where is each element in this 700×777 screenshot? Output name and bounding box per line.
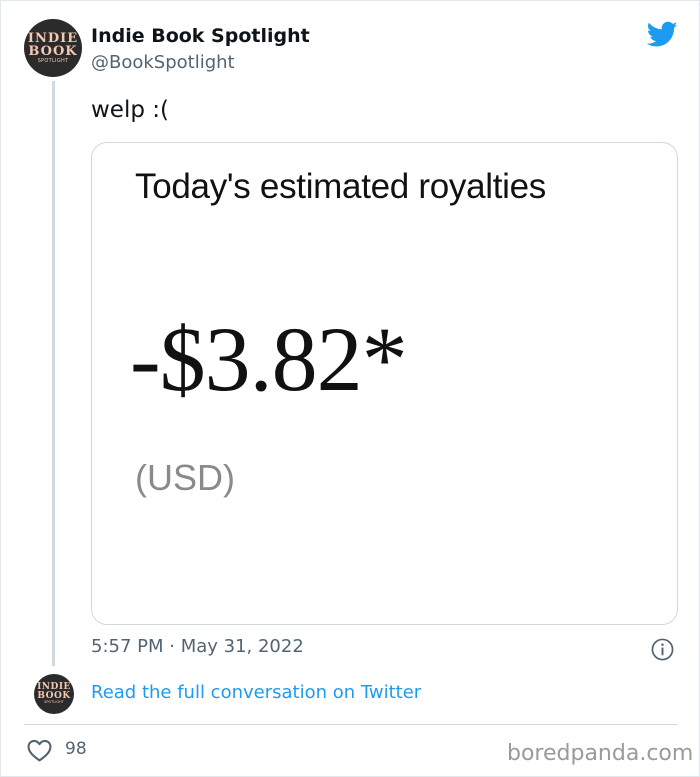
tweet-text: welp :( — [91, 97, 169, 123]
thread-line — [52, 81, 55, 666]
twitter-bird-icon[interactable] — [647, 21, 678, 48]
author-avatar[interactable]: INDIE BOOK SPOTLIGHT — [24, 19, 82, 77]
tweet-timestamp[interactable]: 5:57 PM · May 31, 2022 — [91, 636, 304, 657]
avatar-text-line3: SPOTLIGHT — [37, 58, 69, 64]
avatar-text-line2: BOOK — [28, 44, 78, 59]
heart-icon[interactable] — [27, 739, 52, 762]
author-display-name[interactable]: Indie Book Spotlight — [91, 25, 310, 47]
read-conversation-link[interactable]: Read the full conversation on Twitter — [91, 682, 421, 703]
royalties-amount: -$3.82* — [130, 308, 408, 410]
tweet-embed: INDIE BOOK SPOTLIGHT Indie Book Spotligh… — [0, 0, 700, 777]
author-avatar-small[interactable]: INDIE BOOK SPOTLIGHT — [34, 674, 74, 714]
author-handle[interactable]: @BookSpotlight — [91, 52, 235, 73]
info-icon[interactable] — [651, 638, 674, 661]
footer-divider — [24, 724, 678, 725]
avatar-small-text-line3: SPOTLIGHT — [44, 700, 64, 705]
media-card[interactable]: Today's estimated royalties -$3.82* (USD… — [91, 142, 678, 625]
royalties-currency: (USD) — [135, 457, 235, 498]
royalties-heading: Today's estimated royalties — [135, 167, 546, 206]
source-watermark: boredpanda.com — [507, 741, 694, 766]
like-count: 98 — [65, 739, 87, 759]
